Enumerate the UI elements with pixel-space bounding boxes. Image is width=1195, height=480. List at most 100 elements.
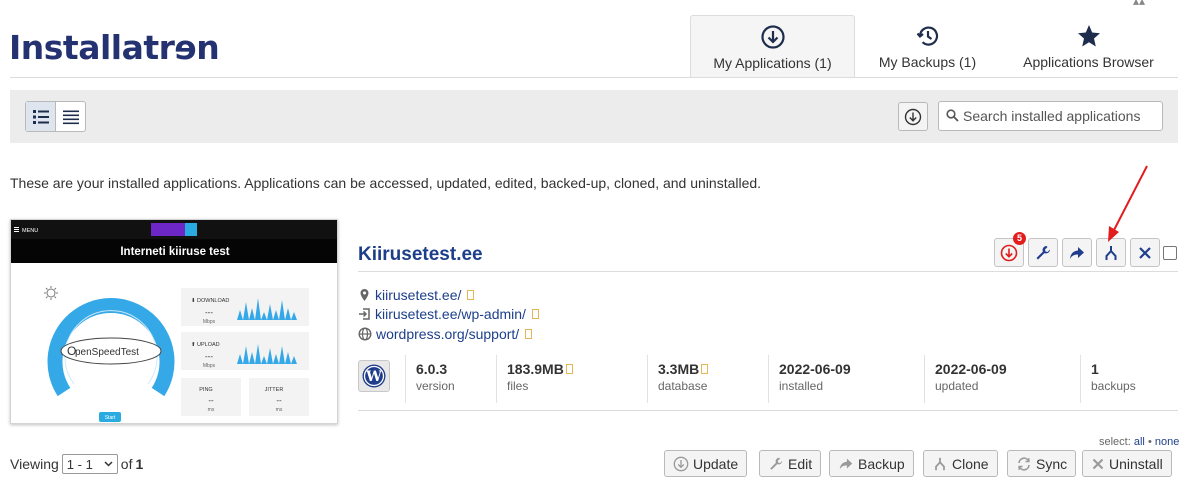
bulk-update-label: Update (693, 455, 739, 472)
bulk-uninstall-button[interactable]: Uninstall (1082, 450, 1172, 477)
pagination: Viewing 1 - 1 of 1 (10, 454, 143, 474)
stat-installed: 2022-06-09 installed (768, 355, 924, 403)
compact-list-icon (62, 110, 79, 124)
compact-list-view-button[interactable] (55, 102, 85, 131)
stat-installed-value: 2022-06-09 (779, 361, 851, 377)
login-icon (359, 308, 370, 320)
detailed-list-icon (32, 109, 49, 124)
thumbnail-screenshot: MENU Interneti kiiruse test O penSpeedTe… (11, 220, 337, 422)
thumb-menu-label: MENU (22, 228, 38, 234)
app-url-link[interactable]: kiirusetest.ee/ (375, 287, 461, 303)
thumb-ping-label: PING (199, 387, 212, 393)
thumb-jitter-unit: ms (276, 407, 283, 413)
fork-icon (935, 457, 945, 470)
page-range-select[interactable]: 1 - 1 (61, 454, 118, 474)
support-url-row: wordpress.org/support/ (358, 326, 533, 342)
stat-files: 183.9MB files (496, 355, 647, 403)
stat-version: 6.0.3 version (405, 355, 506, 403)
tab-my-applications-label: My Applications (1) (713, 55, 832, 71)
stat-files-value: 183.9MB (507, 361, 647, 377)
annotation-arrow (1108, 165, 1148, 242)
tab-applications-browser-label: Applications Browser (1023, 54, 1154, 70)
download-circle-icon (673, 456, 689, 471)
app-select-checkbox[interactable] (1163, 246, 1177, 260)
bulk-edit-label: Edit (788, 455, 813, 472)
wrench-icon (770, 457, 783, 470)
stat-installed-label: installed (779, 379, 824, 393)
select-all-link[interactable]: all (1134, 436, 1145, 448)
bulk-sync-button[interactable]: Sync (1007, 450, 1077, 477)
tab-my-backups[interactable]: My Backups (1) (860, 15, 995, 78)
bulk-update-button[interactable]: Update (664, 450, 748, 477)
external-link-icon (525, 329, 533, 339)
external-link-icon (531, 309, 539, 319)
app-stats: 6.0.3 version 183.9MB files 3.3MB databa… (356, 355, 1178, 403)
update-download-icon (1000, 244, 1018, 261)
edit-app-button[interactable] (1028, 238, 1058, 267)
sync-icon (1018, 456, 1030, 471)
close-icon (1092, 458, 1104, 469)
svg-text:⬆: ⬆ (191, 341, 196, 348)
thumb-upload-unit: Mbps (203, 363, 216, 369)
thumb-start: Start (105, 415, 116, 421)
stat-version-value: 6.0.3 (416, 361, 448, 377)
external-link-icon (565, 364, 573, 374)
support-url-link[interactable]: wordpress.org/support/ (376, 326, 519, 342)
bulk-backup-label: Backup (858, 455, 905, 472)
toolbar (10, 90, 1178, 143)
select-separator: • (1147, 436, 1152, 448)
tab-applications-browser[interactable]: Applications Browser (1010, 15, 1167, 78)
page-range-value: 1 - 1 (66, 456, 93, 472)
download-circle-icon (904, 108, 922, 125)
stat-updated: 2022-06-09 updated (924, 355, 1080, 403)
bulk-sync-label: Sync (1036, 455, 1068, 472)
search-input[interactable] (938, 101, 1163, 131)
detailed-list-view-button[interactable] (26, 102, 56, 131)
thumb-ping-value: -- (208, 396, 214, 405)
corner-dots: ▴▴ (1133, 0, 1146, 8)
download-list-button[interactable] (898, 102, 928, 131)
share-arrow-icon (1070, 246, 1084, 259)
thumb-download-unit: Mbps (203, 319, 216, 325)
thumb-download-value: --- (205, 308, 213, 317)
bulk-backup-button[interactable]: Backup (829, 450, 914, 477)
stat-backups-value: 1 (1091, 361, 1099, 377)
app-thumbnail[interactable]: MENU Interneti kiiruse test O penSpeedTe… (10, 219, 338, 424)
header-divider (10, 77, 1178, 78)
bulk-clone-button[interactable]: Clone (923, 450, 998, 477)
title-divider (358, 271, 1178, 272)
stat-database-label: database (658, 379, 708, 393)
backup-app-button[interactable] (1062, 238, 1092, 267)
thumb-jitter-label: JITTER (265, 387, 284, 393)
svg-text:⬇: ⬇ (191, 297, 196, 304)
thumb-upload-value: --- (205, 352, 213, 361)
stat-backups-label: backups (1091, 379, 1136, 393)
thumb-jitter-value: -- (276, 396, 282, 405)
stat-database-value: 3.3MB (658, 361, 768, 377)
admin-url-link[interactable]: kiirusetest.ee/wp-admin/ (375, 306, 526, 322)
stat-files-label: files (507, 379, 529, 393)
total-pages: 1 (135, 456, 144, 472)
installatron-logo: Installatrɘn (9, 28, 220, 67)
thumb-upload-label: UPLOAD (197, 342, 220, 348)
admin-url-row: kiirusetest.ee/wp-admin/ (358, 306, 539, 322)
external-link-icon (467, 290, 475, 300)
history-clock-icon (916, 26, 938, 46)
download-circle-icon (760, 25, 785, 49)
stat-database: 3.3MB database (647, 355, 768, 403)
select-none-link[interactable]: none (1155, 436, 1179, 448)
stat-version-label: version (416, 379, 455, 393)
star-icon (1077, 25, 1100, 47)
thumb-download-label: DOWNLOAD (197, 298, 229, 304)
thumb-brand: penSpeedTest (75, 347, 139, 358)
stats-divider (358, 410, 1178, 411)
share-arrow-icon (839, 458, 853, 469)
app-title-link[interactable]: Kiirusetest.ee (358, 244, 483, 266)
stat-backups: 1 backups (1080, 355, 1178, 403)
chevron-down-icon (104, 461, 113, 467)
bulk-clone-label: Clone (952, 455, 989, 472)
tab-my-applications[interactable]: My Applications (1) (690, 15, 855, 78)
bulk-edit-button[interactable]: Edit (759, 450, 822, 477)
globe-icon (358, 327, 372, 341)
map-pin-icon (360, 289, 369, 301)
